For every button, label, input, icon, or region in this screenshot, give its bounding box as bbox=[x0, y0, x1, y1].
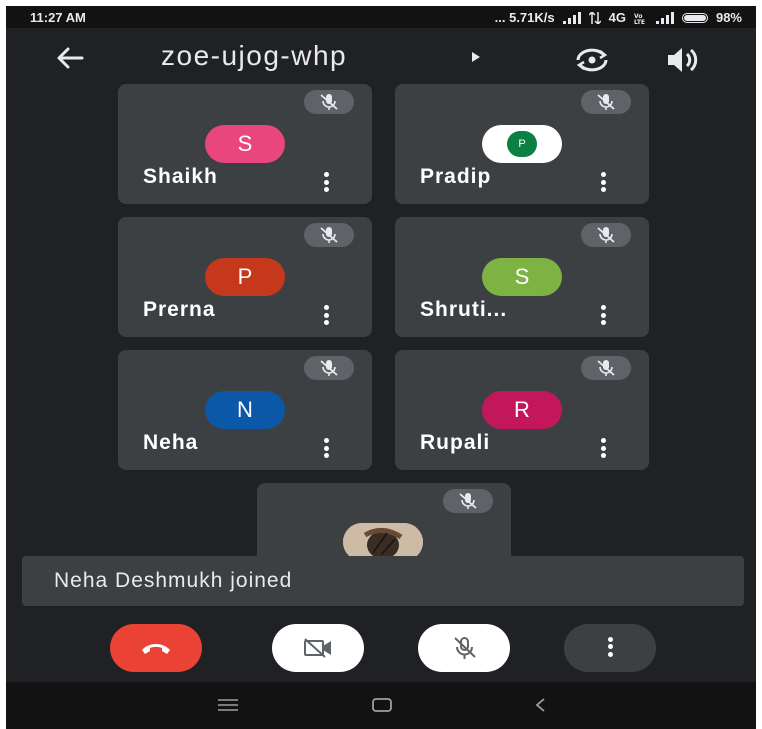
home-square-icon bbox=[372, 698, 392, 712]
volte-icon: Vo LTE bbox=[634, 13, 645, 24]
mic-off-icon bbox=[320, 360, 338, 376]
participant-name: Prerna bbox=[143, 298, 216, 321]
switch-camera-icon bbox=[576, 48, 608, 72]
meeting-code[interactable]: zoe-ujog-whp bbox=[161, 40, 347, 72]
camera-toggle-button[interactable] bbox=[272, 624, 364, 672]
caret-right-icon[interactable] bbox=[472, 52, 480, 62]
switch-camera-button[interactable] bbox=[570, 42, 614, 78]
participant-tile[interactable]: R Rupali bbox=[395, 350, 649, 470]
avatar: N bbox=[205, 391, 285, 429]
battery-icon bbox=[681, 12, 708, 23]
mic-off-icon bbox=[597, 360, 615, 376]
participant-name: Shruti... bbox=[420, 298, 508, 321]
more-vert-icon[interactable] bbox=[320, 172, 332, 194]
avatar-frame: P bbox=[482, 125, 562, 163]
status-bar: 11:27 AM ... 5.71K/s 4G Vo LTE 98% bbox=[6, 6, 756, 28]
phone-screen: 11:27 AM ... 5.71K/s 4G Vo LTE 98% zoe-u… bbox=[6, 6, 756, 729]
mic-off-icon bbox=[597, 227, 615, 243]
back-nav-button[interactable] bbox=[520, 692, 560, 718]
mic-off-icon bbox=[597, 94, 615, 110]
more-options-button[interactable] bbox=[564, 624, 656, 672]
avatar: R bbox=[482, 391, 562, 429]
toast-message: Neha Deshmukh joined bbox=[54, 569, 293, 592]
mic-off-badge bbox=[304, 223, 354, 247]
more-vert-icon[interactable] bbox=[597, 438, 609, 460]
more-vert-icon[interactable] bbox=[320, 305, 332, 327]
more-vert-icon bbox=[607, 636, 613, 660]
meeting-header: zoe-ujog-whp bbox=[6, 28, 756, 88]
participant-tile[interactable]: P Prerna bbox=[118, 217, 372, 337]
more-vert-icon[interactable] bbox=[597, 172, 609, 194]
call-controls bbox=[6, 610, 756, 682]
signal-icon bbox=[562, 11, 581, 24]
speaker-icon bbox=[668, 48, 698, 72]
end-call-button[interactable] bbox=[110, 624, 202, 672]
mic-off-badge bbox=[304, 90, 354, 114]
participant-tile[interactable]: P Pradip bbox=[395, 84, 649, 204]
status-time: 11:27 AM bbox=[30, 10, 86, 25]
avatar: S bbox=[205, 125, 285, 163]
participant-name: Rupali bbox=[420, 431, 491, 454]
participant-tile[interactable]: N Neha bbox=[118, 350, 372, 470]
mic-off-badge bbox=[581, 90, 631, 114]
home-nav-button[interactable] bbox=[362, 692, 402, 718]
mic-off-icon bbox=[459, 493, 477, 509]
mic-off-badge bbox=[581, 356, 631, 380]
speaker-button[interactable] bbox=[662, 42, 706, 78]
mic-toggle-button[interactable] bbox=[418, 624, 510, 672]
more-vert-icon[interactable] bbox=[320, 438, 332, 460]
back-triangle-icon bbox=[535, 698, 545, 712]
mic-off-icon bbox=[454, 637, 476, 659]
participant-name: Pradip bbox=[420, 165, 492, 188]
participant-tile[interactable]: S Shaikh bbox=[118, 84, 372, 204]
phone-hangup-icon bbox=[142, 644, 170, 654]
menu-icon bbox=[218, 699, 238, 711]
arrow-left-icon bbox=[57, 47, 84, 69]
mic-off-badge bbox=[304, 356, 354, 380]
data-transfer-icon bbox=[588, 11, 601, 24]
mic-off-badge bbox=[443, 489, 493, 513]
participant-tile[interactable]: S Shruti... bbox=[395, 217, 649, 337]
avatar: S bbox=[482, 258, 562, 296]
avatar: P bbox=[205, 258, 285, 296]
battery-level: 98% bbox=[715, 10, 742, 25]
mic-off-icon bbox=[320, 94, 338, 110]
more-vert-icon[interactable] bbox=[597, 305, 609, 327]
system-nav-bar bbox=[6, 682, 756, 729]
svg-text:LTE: LTE bbox=[634, 19, 645, 24]
mic-off-badge bbox=[581, 223, 631, 247]
mic-off-icon bbox=[320, 227, 338, 243]
participant-name: Shaikh bbox=[143, 165, 218, 188]
camera-off-icon bbox=[304, 638, 331, 658]
participant-name: Neha bbox=[143, 431, 199, 454]
network-speed: ... 5.71K/s bbox=[494, 10, 555, 25]
signal-icon-2 bbox=[655, 11, 674, 24]
status-indicators: ... 5.71K/s 4G Vo LTE 98% bbox=[495, 10, 742, 25]
join-toast: Neha Deshmukh joined bbox=[22, 556, 744, 606]
network-type: 4G bbox=[608, 10, 626, 25]
back-button[interactable] bbox=[50, 38, 98, 78]
avatar: P bbox=[507, 131, 537, 157]
menu-nav-button[interactable] bbox=[208, 692, 248, 718]
